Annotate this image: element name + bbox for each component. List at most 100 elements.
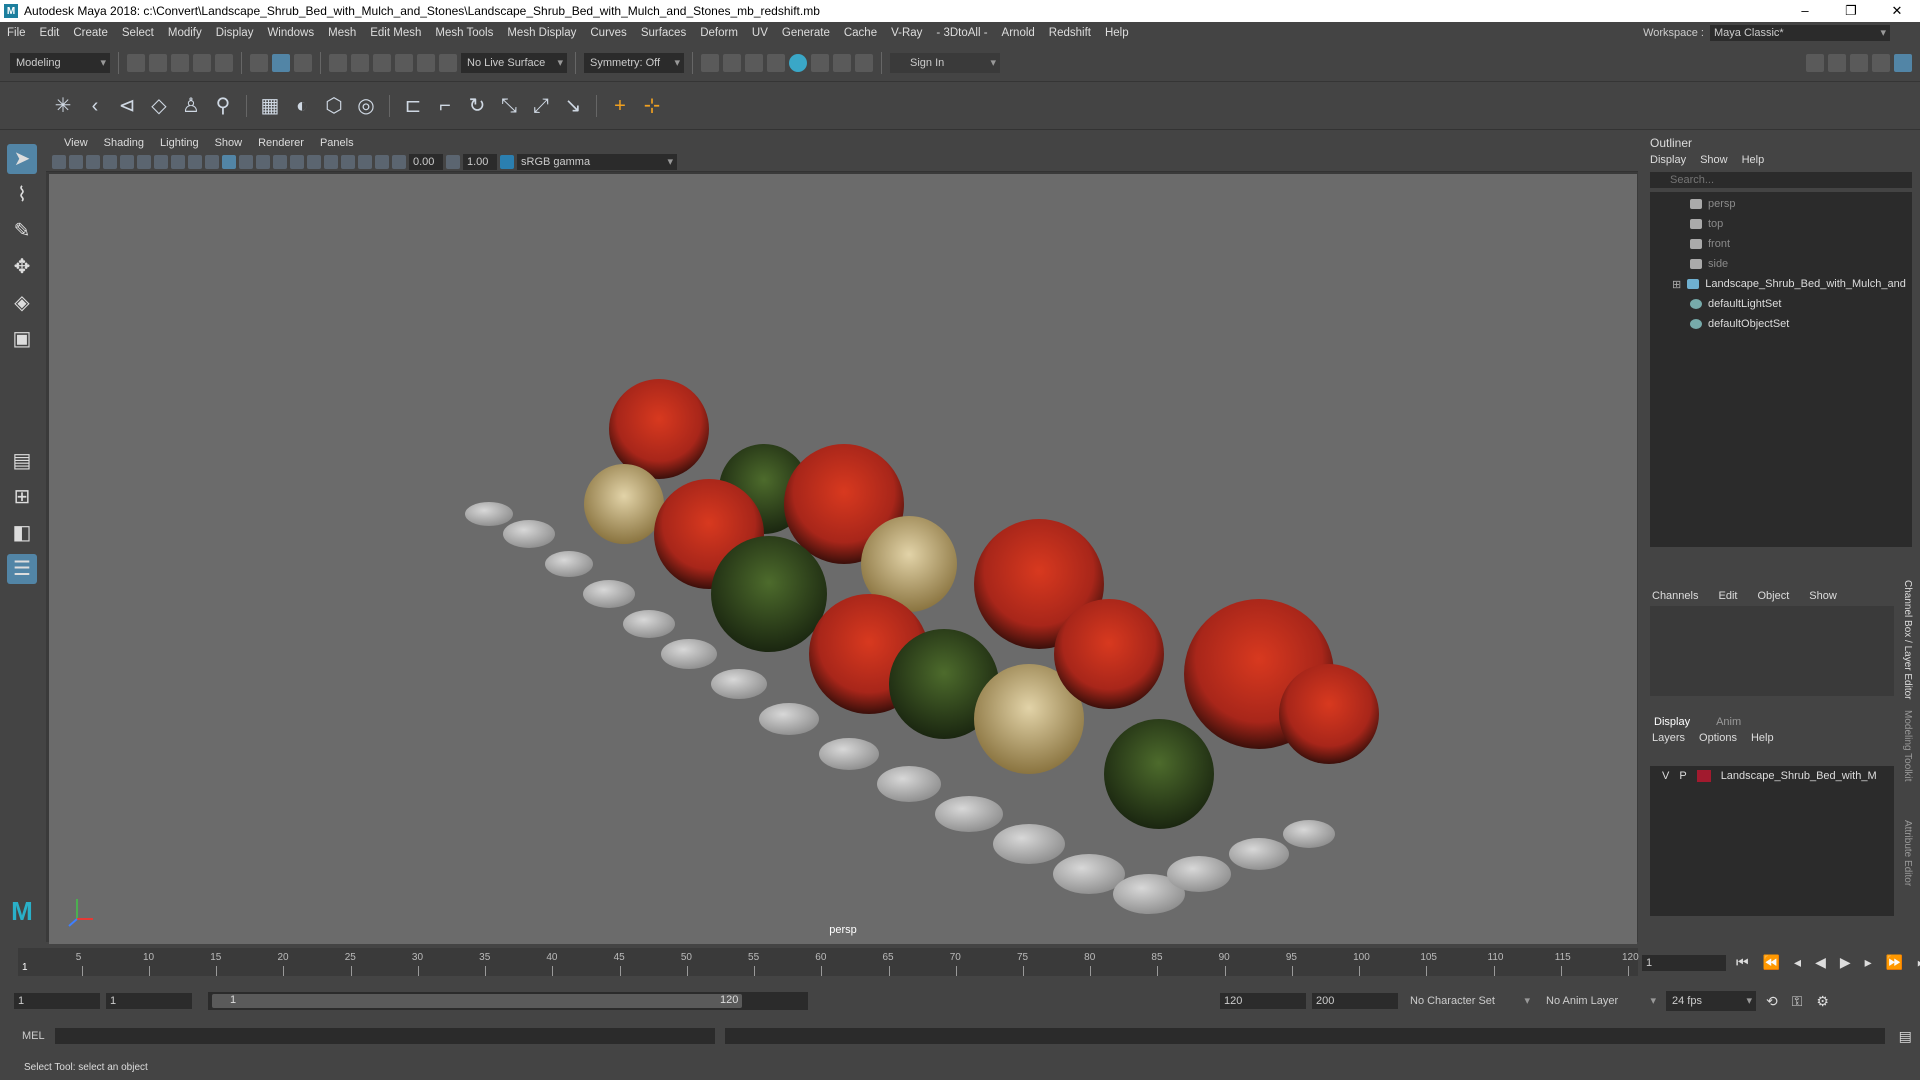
outliner-item-front[interactable]: front <box>1650 234 1912 254</box>
field-chart-icon[interactable] <box>171 154 185 169</box>
resolution-gate-icon[interactable] <box>137 154 151 169</box>
anim-layer-dropdown[interactable]: No Anim Layer <box>1540 991 1660 1011</box>
channel-box-icon[interactable] <box>1894 53 1912 72</box>
select-object-icon[interactable] <box>272 53 290 72</box>
single-perspective-layout-icon[interactable]: ▤ <box>7 446 37 476</box>
menu-windows[interactable]: Windows <box>260 27 321 39</box>
joint-tool-icon[interactable]: ✳ <box>50 93 76 119</box>
outliner-menu-display[interactable]: Display <box>1650 154 1686 166</box>
step-forward-key-icon[interactable]: ⏩ <box>1882 954 1907 971</box>
fps-dropdown[interactable]: 24 fps <box>1666 991 1756 1011</box>
use-lights-icon[interactable] <box>273 154 287 169</box>
mel-label[interactable]: MEL <box>22 1030 45 1042</box>
side-tab-modeling-toolkit[interactable]: Modeling Toolkit <box>1902 710 1913 820</box>
snap-vertex-icon[interactable] <box>439 53 457 72</box>
cluster-icon[interactable]: ⊹ <box>639 93 665 119</box>
ik-handle-icon[interactable]: ‹ <box>82 93 108 119</box>
layer-visibility-toggle[interactable]: V <box>1662 770 1669 782</box>
start-time-field[interactable]: 1 <box>14 993 100 1009</box>
snap-grid-icon[interactable] <box>329 53 347 72</box>
motion-blur-icon[interactable] <box>324 154 338 169</box>
sign-in-button[interactable]: Sign In <box>890 52 1000 73</box>
tool-settings-icon[interactable] <box>1872 53 1890 72</box>
rotate-tool-icon[interactable]: ◈ <box>7 288 37 318</box>
menu-arnold[interactable]: Arnold <box>995 27 1042 39</box>
menu-help[interactable]: Help <box>1098 27 1136 39</box>
live-surface-dropdown[interactable]: No Live Surface <box>461 52 567 73</box>
modeling-toolkit-icon[interactable] <box>1806 53 1824 72</box>
preferences-icon[interactable]: ⚙ <box>1812 993 1833 1010</box>
maximize-button[interactable]: ❐ <box>1828 3 1874 19</box>
outliner-item-default-object-set[interactable]: defaultObjectSet <box>1650 314 1912 334</box>
go-to-start-icon[interactable]: ⏮ <box>1732 954 1753 971</box>
open-scene-icon[interactable] <box>149 53 167 72</box>
layer-menu-help[interactable]: Help <box>1751 732 1774 744</box>
pause-icon[interactable] <box>855 53 873 72</box>
save-scene-icon[interactable] <box>171 53 189 72</box>
anti-aliasing-icon[interactable] <box>341 154 355 169</box>
menu-edit[interactable]: Edit <box>33 27 67 39</box>
isolate-select-icon[interactable] <box>358 154 372 169</box>
scale-tool-icon[interactable]: ▣ <box>7 324 37 354</box>
menu-mesh-tools[interactable]: Mesh Tools <box>428 27 500 39</box>
menu-vray[interactable]: V-Ray <box>884 27 929 39</box>
gamma-icon[interactable] <box>446 154 460 169</box>
step-forward-frame-icon[interactable]: ▸ <box>1861 954 1876 971</box>
redo-icon[interactable] <box>215 53 233 72</box>
exposure-field[interactable]: 0.00 <box>409 153 443 170</box>
range-bar[interactable]: 1 120 <box>208 992 808 1010</box>
outliner-item-default-light-set[interactable]: defaultLightSet <box>1650 294 1912 314</box>
step-back-frame-icon[interactable]: ◂ <box>1790 954 1805 971</box>
snap-point-icon[interactable] <box>373 53 391 72</box>
insert-joint-icon[interactable]: ◇ <box>146 93 172 119</box>
step-back-key-icon[interactable]: ⏪ <box>1759 954 1784 971</box>
outliner-menu-help[interactable]: Help <box>1742 154 1765 166</box>
render-settings-icon[interactable] <box>767 53 785 72</box>
color-space-dropdown[interactable]: sRGB gamma <box>517 153 677 170</box>
minimize-button[interactable]: – <box>1782 3 1828 19</box>
ipr-render-icon[interactable] <box>745 53 763 72</box>
film-gate-icon[interactable] <box>120 154 134 169</box>
outliner-search-input[interactable] <box>1650 172 1912 188</box>
layer-menu-options[interactable]: Options <box>1699 732 1737 744</box>
constraint-point-icon[interactable]: ⌐ <box>432 93 458 119</box>
channel-menu-object[interactable]: Object <box>1757 590 1789 602</box>
expand-icon[interactable]: ⊞ <box>1672 278 1681 291</box>
menu-display[interactable]: Display <box>209 27 261 39</box>
channel-menu-edit[interactable]: Edit <box>1718 590 1737 602</box>
3d-viewport[interactable]: persp <box>49 174 1637 944</box>
mode-dropdown[interactable]: Modeling <box>10 52 110 73</box>
mel-input[interactable] <box>54 1028 715 1044</box>
shadows-icon[interactable] <box>290 154 304 169</box>
undo-icon[interactable] <box>193 53 211 72</box>
go-to-end-icon[interactable]: ⏭ <box>1913 954 1920 971</box>
play-forward-icon[interactable]: ▶ <box>1836 954 1855 971</box>
ambient-occlusion-icon[interactable] <box>307 154 321 169</box>
menu-uv[interactable]: UV <box>745 27 775 39</box>
hypershade-icon[interactable] <box>789 53 807 72</box>
end-time-field[interactable]: 200 <box>1312 993 1398 1009</box>
new-scene-icon[interactable] <box>127 53 145 72</box>
current-frame-field[interactable]: 1 <box>1642 954 1726 971</box>
constraint-pole-icon[interactable]: ↘ <box>560 93 586 119</box>
play-back-icon[interactable]: ◀ <box>1811 954 1830 971</box>
menu-3dtoall[interactable]: - 3DtoAll - <box>929 27 994 39</box>
viewport-menu-panels[interactable]: Panels <box>312 137 362 149</box>
quick-rig-icon[interactable]: ♙ <box>178 93 204 119</box>
playback-end-field[interactable]: 120 <box>1220 993 1306 1009</box>
loop-icon[interactable]: ⟲ <box>1762 993 1782 1010</box>
menu-select[interactable]: Select <box>115 27 161 39</box>
bookmark-icon[interactable] <box>69 154 83 169</box>
viewport-menu-show[interactable]: Show <box>207 137 251 149</box>
xray-icon[interactable] <box>375 154 389 169</box>
tab-anim[interactable]: Anim <box>1716 716 1741 728</box>
menu-curves[interactable]: Curves <box>583 27 633 39</box>
layer-row[interactable]: V P Landscape_Shrub_Bed_with_M <box>1650 766 1894 786</box>
move-tool-icon[interactable]: ✥ <box>7 252 37 282</box>
two-view-layout-icon[interactable]: ◧ <box>7 518 37 548</box>
layer-color-swatch[interactable] <box>1696 770 1711 782</box>
close-button[interactable]: ✕ <box>1874 3 1920 19</box>
grid-icon[interactable] <box>103 154 117 169</box>
textured-icon[interactable] <box>256 154 270 169</box>
menu-file[interactable]: File <box>0 27 33 39</box>
